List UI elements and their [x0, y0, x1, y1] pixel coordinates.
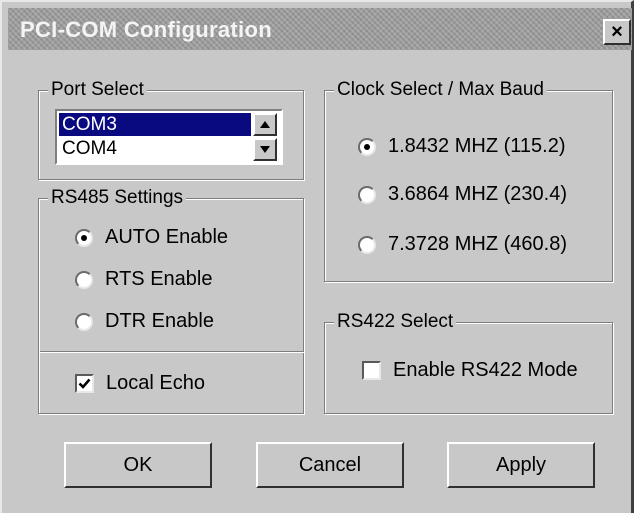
clock-7-3728-label: 7.3728 MHZ (460.8) — [388, 233, 567, 255]
title-bar[interactable]: PCI-COM Configuration × — [8, 8, 632, 50]
enable-rs422-label: Enable RS422 Mode — [393, 359, 578, 381]
dialog-window: PCI-COM Configuration × Port Select COM3… — [0, 0, 634, 513]
radio-button[interactable] — [75, 312, 93, 331]
local-echo-checkbox[interactable]: Local Echo — [75, 372, 205, 395]
down-arrow-icon — [260, 146, 270, 153]
clock-1-8432-label: 1.8432 MHZ (115.2) — [388, 135, 566, 157]
port-listbox[interactable]: COM3 COM4 — [55, 109, 283, 165]
radio-button-selected[interactable] — [358, 137, 376, 156]
radio-button[interactable] — [358, 185, 376, 204]
radio-clock-1-8432[interactable]: 1.8432 MHZ (115.2) — [358, 135, 566, 158]
radio-button[interactable] — [358, 235, 376, 254]
scroll-up-button[interactable] — [253, 113, 277, 136]
radio-button[interactable] — [75, 270, 93, 289]
radio-auto-enable[interactable]: AUTO Enable — [75, 226, 228, 249]
checkbox-unchecked[interactable] — [362, 361, 381, 380]
rs485-settings-legend: RS485 Settings — [48, 186, 187, 210]
port-select-legend: Port Select — [48, 78, 147, 102]
ok-button[interactable]: OK — [64, 442, 212, 488]
close-button[interactable]: × — [603, 19, 631, 45]
clock-3-6864-label: 3.6864 MHZ (230.4) — [388, 183, 567, 205]
port-list-item-com4[interactable]: COM4 — [59, 137, 251, 160]
radio-clock-7-3728[interactable]: 7.3728 MHZ (460.8) — [358, 233, 567, 256]
local-echo-label: Local Echo — [106, 372, 205, 394]
radio-dtr-enable[interactable]: DTR Enable — [75, 310, 214, 333]
up-arrow-icon — [260, 121, 270, 128]
enable-rs422-checkbox[interactable]: Enable RS422 Mode — [362, 359, 578, 382]
apply-button[interactable]: Apply — [447, 442, 595, 488]
window-title: PCI-COM Configuration — [20, 17, 272, 42]
auto-enable-label: AUTO Enable — [105, 226, 229, 248]
checkmark-icon — [78, 378, 91, 389]
rs485-divider — [40, 351, 304, 353]
port-list-item-com3[interactable]: COM3 — [59, 113, 251, 136]
checkbox-checked[interactable] — [75, 374, 94, 393]
rts-enable-label: RTS Enable — [105, 268, 213, 290]
clock-select-legend: Clock Select / Max Baud — [334, 78, 547, 102]
close-icon: × — [611, 21, 623, 43]
radio-rts-enable[interactable]: RTS Enable — [75, 268, 212, 291]
scroll-down-button[interactable] — [253, 138, 277, 161]
radio-button-selected[interactable] — [75, 228, 93, 247]
rs422-select-legend: RS422 Select — [334, 310, 457, 334]
dtr-enable-label: DTR Enable — [105, 310, 214, 332]
radio-clock-3-6864[interactable]: 3.6864 MHZ (230.4) — [358, 183, 567, 206]
cancel-button[interactable]: Cancel — [256, 442, 404, 488]
